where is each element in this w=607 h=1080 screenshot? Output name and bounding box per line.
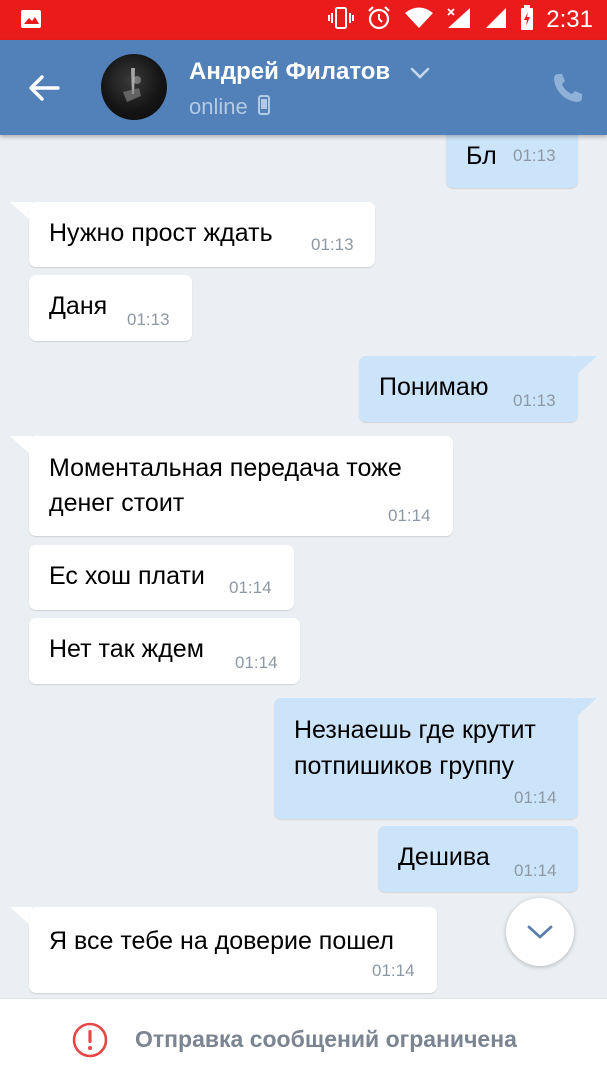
message-text: Бл — [466, 142, 497, 170]
restriction-notice: Отправка сообщений ограничена — [135, 1026, 517, 1052]
message-text: Дешива — [398, 843, 490, 871]
message-incoming[interactable]: Я все тебе на доверие пошел 01:14 — [29, 907, 437, 993]
message-text-line-1: Моментальная передача тоже — [49, 454, 402, 482]
message-time: 01:14 — [229, 578, 272, 597]
phone-icon — [554, 74, 582, 102]
gallery-notification-icon — [20, 9, 42, 29]
message-text: Ес хош плати — [49, 562, 205, 590]
mobile-device-icon — [257, 94, 270, 120]
message-text-line-1: Незнаешь где крутит — [294, 716, 536, 744]
scroll-to-bottom-button[interactable] — [506, 898, 574, 966]
contact-name[interactable]: Андрей Филатов — [189, 58, 390, 86]
message-text-line-2: денег стоит — [49, 489, 185, 517]
message-time: 01:13 — [127, 310, 170, 329]
message-list[interactable]: Бл 01:13 Нужно прост ждать 01:13 Даня 01… — [0, 135, 607, 998]
signal-icon — [446, 6, 472, 35]
message-text: Нет так ждем — [49, 635, 204, 663]
message-incoming[interactable]: Нет так ждем 01:14 — [29, 618, 300, 684]
vibrate-icon — [328, 6, 355, 35]
online-status: online — [189, 94, 248, 119]
message-time: 01:14 — [514, 861, 557, 880]
chevron-down-icon[interactable] — [410, 66, 430, 85]
signal-icon-2 — [484, 6, 508, 35]
message-incoming[interactable]: Ес хош плати 01:14 — [29, 545, 294, 610]
message-outgoing[interactable]: Бл 01:13 — [446, 135, 578, 188]
clock: 2:31 — [546, 6, 593, 33]
message-outgoing[interactable]: Незнаешь где крутит потпишиков группу 01… — [274, 698, 578, 819]
message-incoming[interactable]: Моментальная передача тоже денег стоит 0… — [29, 436, 453, 536]
message-time: 01:14 — [235, 653, 278, 672]
avatar[interactable] — [101, 54, 167, 120]
message-time: 01:13 — [513, 391, 556, 410]
call-button[interactable] — [550, 70, 586, 106]
message-time: 01:14 — [514, 788, 557, 807]
message-outgoing[interactable]: Понимаю 01:13 — [359, 356, 578, 422]
message-time: 01:13 — [311, 235, 354, 254]
chat-header: Андрей Филатов online — [0, 40, 607, 135]
warning-icon — [72, 1022, 108, 1058]
bubble-tail — [575, 356, 597, 376]
message-text: Нужно прост ждать — [49, 219, 273, 247]
message-text: Даня — [49, 292, 108, 320]
battery-charging-icon — [520, 4, 534, 36]
back-arrow-icon — [29, 75, 60, 101]
status-bar: 2:31 — [0, 0, 607, 40]
alarm-icon — [366, 5, 392, 36]
message-outgoing[interactable]: Дешива 01:14 — [378, 826, 578, 892]
message-incoming[interactable]: Нужно прост ждать 01:13 — [29, 202, 375, 267]
message-time: 01:13 — [513, 146, 556, 165]
message-text-line-2: потпишиков группу — [294, 752, 515, 780]
messaging-restricted-bar: Отправка сообщений ограничена — [0, 998, 607, 1080]
message-incoming[interactable]: Даня 01:13 — [29, 275, 192, 341]
bubble-tail — [575, 698, 597, 718]
message-time: 01:14 — [372, 961, 415, 980]
back-button[interactable] — [24, 68, 64, 108]
message-time: 01:14 — [388, 506, 431, 525]
message-text: Я все тебе на доверие пошел — [49, 927, 394, 955]
message-text: Понимаю — [379, 373, 489, 401]
wifi-icon — [404, 6, 434, 35]
chevron-down-icon — [527, 925, 553, 939]
